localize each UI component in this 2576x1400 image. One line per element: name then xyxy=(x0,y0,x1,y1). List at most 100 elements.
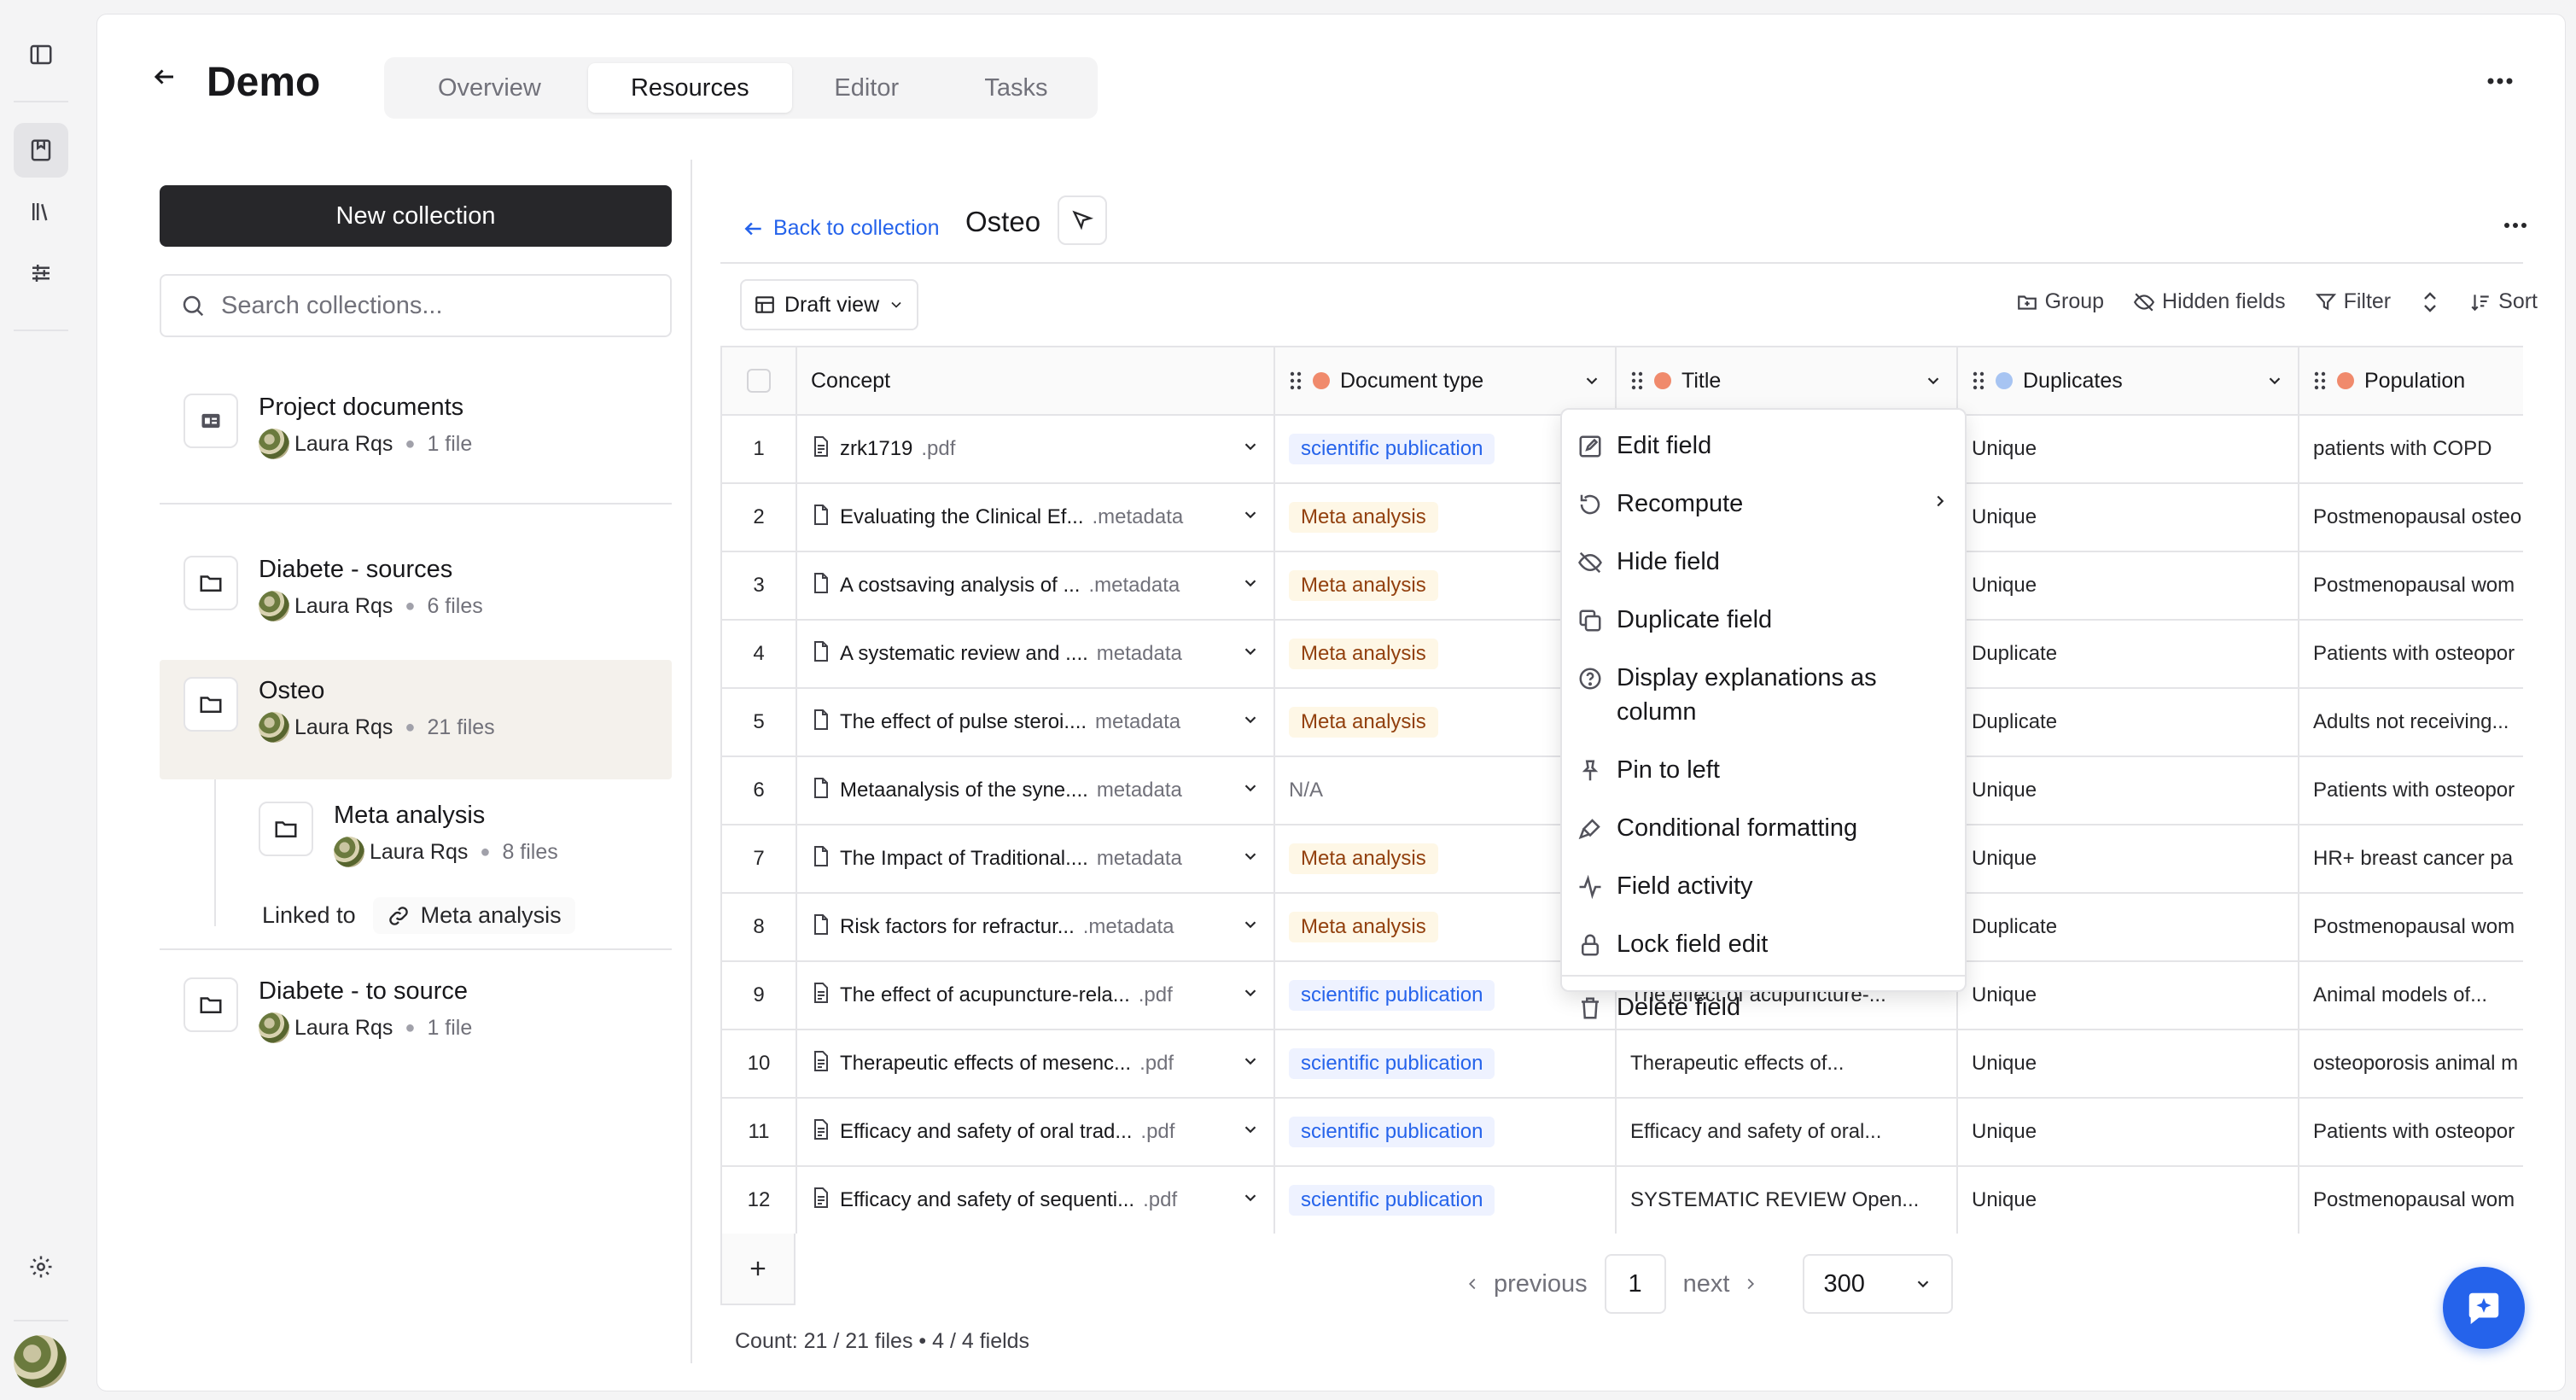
chevron-down-icon[interactable] xyxy=(1241,983,1260,1008)
tab-editor[interactable]: Editor xyxy=(792,63,941,113)
population-cell[interactable]: Postmenopausal wom xyxy=(2298,1165,2523,1234)
document-type-cell[interactable]: scientific publication xyxy=(1273,1165,1617,1234)
view-selector[interactable]: Draft view xyxy=(740,279,919,330)
chevron-down-icon[interactable] xyxy=(2265,371,2284,390)
next-page-button[interactable]: next xyxy=(1683,1270,1761,1298)
expand-rows-button[interactable] xyxy=(2420,290,2440,314)
drag-handle-icon[interactable] xyxy=(1630,370,1644,392)
library-nav-icon[interactable] xyxy=(14,184,68,239)
duplicates-cell[interactable]: Unique xyxy=(1956,482,2299,552)
drag-handle-icon[interactable] xyxy=(2313,370,2327,392)
menu-item-edit-field[interactable]: Edit field xyxy=(1562,417,1965,475)
chevron-down-icon[interactable] xyxy=(1241,574,1260,598)
drag-handle-icon[interactable] xyxy=(1289,370,1303,392)
population-cell[interactable]: Patients with osteopor xyxy=(2298,619,2523,689)
concept-cell[interactable]: A costsaving analysis of ... .metadata xyxy=(796,551,1275,621)
title-cell[interactable]: Efficacy and safety of oral... xyxy=(1615,1097,1958,1167)
user-avatar[interactable] xyxy=(14,1335,67,1388)
chevron-down-icon[interactable] xyxy=(1241,1120,1260,1145)
linked-collection-chip[interactable]: Meta analysis xyxy=(372,897,575,934)
duplicates-cell[interactable]: Unique xyxy=(1956,960,2299,1030)
toggle-sidebar-icon[interactable] xyxy=(14,27,68,82)
document-type-cell[interactable]: scientific publication xyxy=(1273,1097,1617,1167)
collection-item-diabete-to-source[interactable]: Diabete - to source Laura Rqs ● 1 file xyxy=(160,977,672,1043)
menu-item-display-explanations[interactable]: Display explanations as column xyxy=(1562,649,1965,741)
population-cell[interactable]: Patients with osteopor xyxy=(2298,1097,2523,1167)
population-cell[interactable]: HR+ breast cancer pa xyxy=(2298,824,2523,894)
document-type-cell[interactable]: scientific publication xyxy=(1273,1029,1617,1099)
concept-cell[interactable]: Efficacy and safety of sequenti... .pdf xyxy=(796,1165,1275,1234)
duplicates-cell[interactable]: Unique xyxy=(1956,414,2299,484)
add-row-button[interactable] xyxy=(720,1234,796,1305)
concept-cell[interactable]: zrk1719 .pdf xyxy=(796,414,1275,484)
concept-cell[interactable]: A systematic review and .... metadata xyxy=(796,619,1275,689)
chevron-down-icon[interactable] xyxy=(1241,505,1260,530)
select-all-checkbox[interactable] xyxy=(747,369,771,393)
population-cell[interactable]: Patients with osteopor xyxy=(2298,755,2523,825)
group-button[interactable]: Group xyxy=(2016,289,2104,314)
duplicates-cell[interactable]: Unique xyxy=(1956,1165,2299,1234)
column-header-population[interactable]: Population xyxy=(2298,346,2523,416)
duplicates-cell[interactable]: Unique xyxy=(1956,551,2299,621)
chevron-down-icon[interactable] xyxy=(1241,710,1260,735)
menu-item-hide-field[interactable]: Hide field xyxy=(1562,533,1965,591)
gear-icon[interactable] xyxy=(14,1240,68,1294)
duplicates-cell[interactable]: Duplicate xyxy=(1956,619,2299,689)
collection-item-project-documents[interactable]: Project documents Laura Rqs ● 1 file xyxy=(160,394,672,459)
menu-item-pin-to-left[interactable]: Pin to left xyxy=(1562,741,1965,799)
chevron-down-icon[interactable] xyxy=(1241,437,1260,462)
duplicates-cell[interactable]: Unique xyxy=(1956,1097,2299,1167)
duplicates-cell[interactable]: Unique xyxy=(1956,824,2299,894)
population-cell[interactable]: osteoporosis animal m xyxy=(2298,1029,2523,1099)
population-cell[interactable]: Adults not receiving... xyxy=(2298,687,2523,757)
chat-assistant-button[interactable] xyxy=(2443,1267,2525,1349)
chevron-down-icon[interactable] xyxy=(1241,1188,1260,1213)
duplicates-cell[interactable]: Unique xyxy=(1956,755,2299,825)
collection-item-osteo[interactable]: Osteo Laura Rqs ● 21 files xyxy=(160,660,672,779)
more-options-icon[interactable] xyxy=(2486,74,2514,90)
chevron-down-icon[interactable] xyxy=(1241,779,1260,803)
filter-button[interactable]: Filter xyxy=(2315,289,2391,314)
previous-page-button[interactable]: previous xyxy=(1463,1270,1588,1298)
concept-cell[interactable]: Metaanalysis of the syne.... metadata xyxy=(796,755,1275,825)
back-to-collection-link[interactable]: Back to collection xyxy=(743,216,940,241)
chevron-down-icon[interactable] xyxy=(1241,642,1260,667)
concept-cell[interactable]: Efficacy and safety of oral trad... .pdf xyxy=(796,1097,1275,1167)
collection-more-icon[interactable] xyxy=(2503,218,2527,233)
chevron-down-icon[interactable] xyxy=(1241,847,1260,872)
menu-item-lock-field-edit[interactable]: Lock field edit xyxy=(1562,915,1965,973)
table-row[interactable]: 10 Therapeutic effects of mesenc... .pdf sc… xyxy=(720,1029,2523,1099)
concept-cell[interactable]: The effect of pulse steroi.... metadata xyxy=(796,687,1275,757)
table-row[interactable]: 12 Efficacy and safety of sequenti... .pdf… xyxy=(720,1165,2523,1234)
drag-handle-icon[interactable] xyxy=(1972,370,1985,392)
tab-tasks[interactable]: Tasks xyxy=(941,63,1091,113)
concept-cell[interactable]: The effect of acupuncture-rela... .pdf xyxy=(796,960,1275,1030)
resources-nav-icon[interactable] xyxy=(14,123,68,178)
title-cell[interactable]: SYSTEMATIC REVIEW Open... xyxy=(1615,1165,1958,1234)
page-number-input[interactable]: 1 xyxy=(1604,1254,1666,1314)
sort-button[interactable]: Sort xyxy=(2469,289,2538,314)
menu-item-recompute[interactable]: Recompute xyxy=(1562,475,1965,533)
menu-item-conditional-formatting[interactable]: Conditional formatting xyxy=(1562,799,1965,857)
navigate-button[interactable] xyxy=(1058,195,1107,245)
column-header-document-type[interactable]: Document type xyxy=(1273,346,1617,416)
title-cell[interactable]: Therapeutic effects of... xyxy=(1615,1029,1958,1099)
column-header-title[interactable]: Title xyxy=(1615,346,1958,416)
column-header-concept[interactable]: Concept xyxy=(796,346,1275,416)
chevron-down-icon[interactable] xyxy=(1241,915,1260,940)
population-cell[interactable]: Postmenopausal osteo xyxy=(2298,482,2523,552)
concept-cell[interactable]: The Impact of Traditional.... metadata xyxy=(796,824,1275,894)
column-header-duplicates[interactable]: Duplicates xyxy=(1956,346,2299,416)
menu-item-field-activity[interactable]: Field activity xyxy=(1562,857,1965,915)
population-cell[interactable]: Postmenopausal wom xyxy=(2298,551,2523,621)
concept-cell[interactable]: Therapeutic effects of mesenc... .pdf xyxy=(796,1029,1275,1099)
chevron-down-icon[interactable] xyxy=(1241,1052,1260,1076)
duplicates-cell[interactable]: Unique xyxy=(1956,1029,2299,1099)
duplicates-cell[interactable]: Duplicate xyxy=(1956,892,2299,962)
table-row[interactable]: 11 Efficacy and safety of oral trad... .pd… xyxy=(720,1097,2523,1167)
chevron-down-icon[interactable] xyxy=(1924,371,1943,390)
population-cell[interactable]: patients with COPD xyxy=(2298,414,2523,484)
concept-cell[interactable]: Evaluating the Clinical Ef... .metadata xyxy=(796,482,1275,552)
menu-item-duplicate-field[interactable]: Duplicate field xyxy=(1562,591,1965,649)
chevron-down-icon[interactable] xyxy=(1582,371,1601,390)
